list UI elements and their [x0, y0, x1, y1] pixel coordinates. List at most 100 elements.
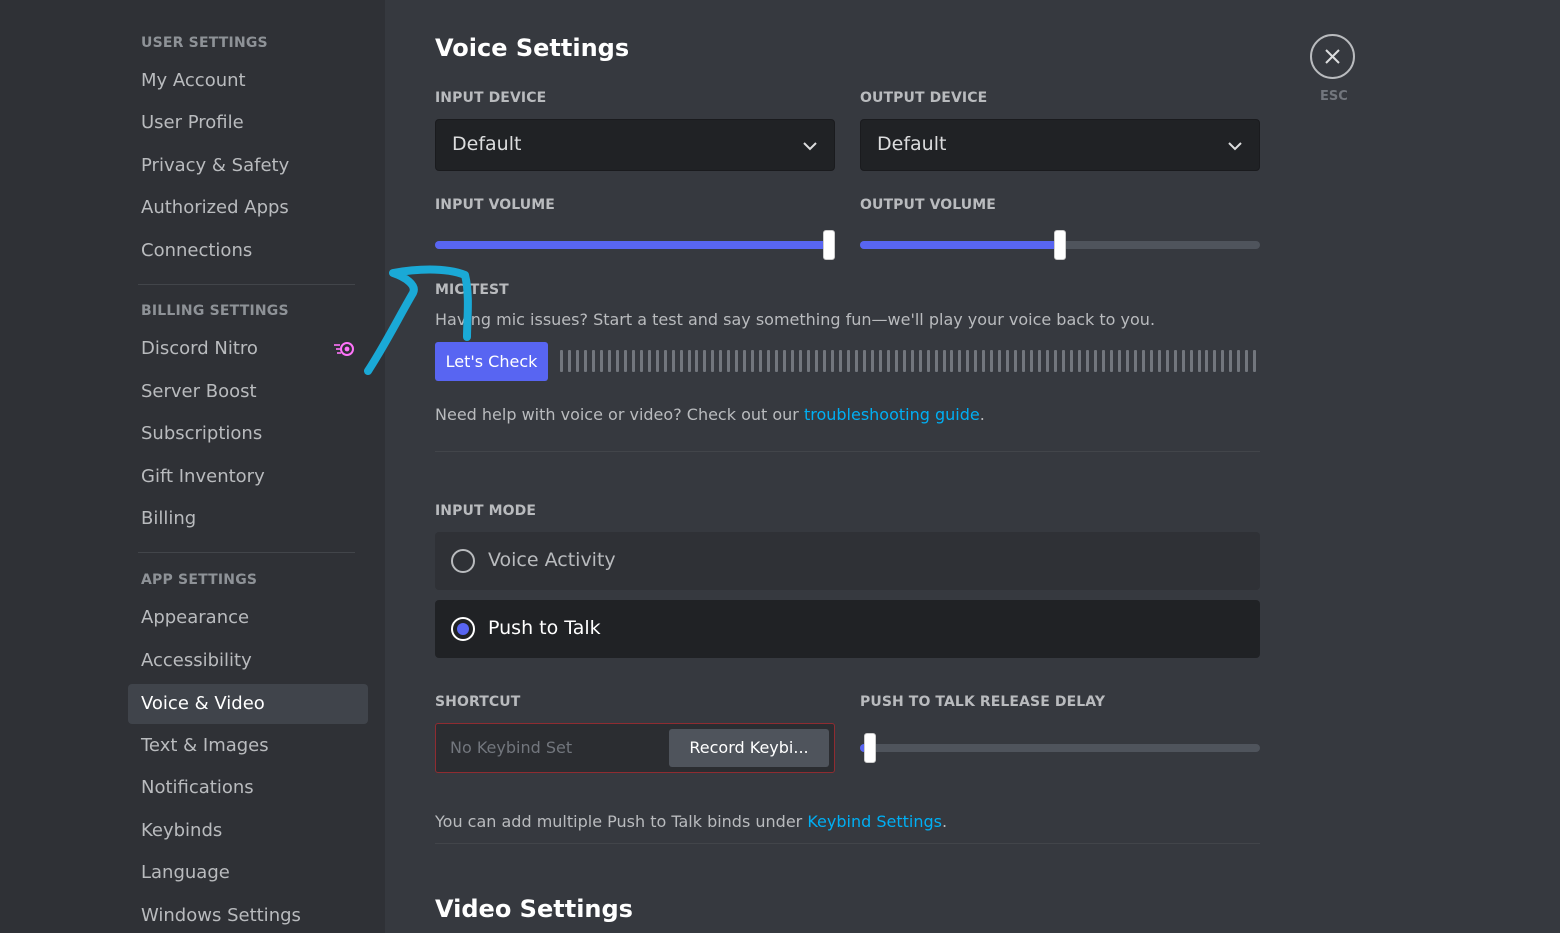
meter-bar — [1117, 350, 1121, 372]
meter-bar — [926, 350, 930, 372]
meter-bar — [958, 350, 962, 372]
meter-bar — [1014, 350, 1018, 372]
meter-bar — [807, 350, 811, 372]
shortcut-label: SHORTCUT — [435, 694, 521, 710]
sidebar-item-appearance[interactable]: Appearance — [128, 598, 368, 638]
meter-bar — [599, 350, 603, 372]
output-device-value: Default — [877, 133, 947, 155]
lets-check-button[interactable]: Let's Check — [435, 342, 548, 381]
meter-bar — [950, 350, 954, 372]
meter-bar — [1038, 350, 1042, 372]
keybind-note-body: You can add multiple Push to Talk binds … — [435, 812, 808, 831]
sidebar-item-discord-nitro[interactable]: Discord Nitro — [128, 329, 368, 369]
output-device-select[interactable]: Default — [860, 119, 1260, 171]
sidebar-item-notifications[interactable]: Notifications — [128, 768, 368, 808]
nitro-icon — [334, 342, 354, 356]
sidebar-item-gift-inventory[interactable]: Gift Inventory — [128, 457, 368, 497]
slider-handle[interactable] — [864, 733, 876, 763]
esc-label: ESC — [1320, 89, 1348, 104]
meter-bar — [1221, 350, 1225, 372]
help-text-body: Need help with voice or video? Check out… — [435, 405, 804, 424]
video-settings-title: Video Settings — [435, 895, 633, 923]
close-button[interactable] — [1310, 34, 1355, 79]
meter-bar — [1157, 350, 1161, 372]
meter-bar — [990, 350, 994, 372]
release-delay-slider[interactable] — [860, 733, 1260, 763]
meter-bar — [711, 350, 715, 372]
slider-fill — [435, 241, 829, 249]
sidebar-item-accessibility[interactable]: Accessibility — [128, 641, 368, 681]
chevron-down-icon — [803, 142, 817, 151]
troubleshooting-guide-link[interactable]: troubleshooting guide — [804, 405, 980, 424]
meter-bar — [1213, 350, 1217, 372]
meter-bar — [838, 350, 842, 372]
sidebar-item-user-profile[interactable]: User Profile — [128, 103, 368, 143]
mic-level-meter — [560, 350, 1257, 372]
meter-bar — [1093, 350, 1097, 372]
input-device-label: INPUT DEVICE — [435, 90, 547, 106]
meter-bar — [567, 350, 571, 372]
meter-bar — [1054, 350, 1058, 372]
meter-bar — [1085, 350, 1089, 372]
radio-label: Voice Activity — [488, 549, 616, 571]
slider-handle[interactable] — [823, 230, 835, 260]
slider-fill — [860, 241, 1060, 249]
meter-bar — [575, 350, 579, 372]
meter-bar — [695, 350, 699, 372]
meter-bar — [1070, 350, 1073, 372]
sidebar-item-language[interactable]: Language — [128, 853, 368, 893]
sidebar-item-my-account[interactable]: My Account — [128, 61, 368, 101]
meter-bar — [846, 350, 850, 372]
keybind-note: You can add multiple Push to Talk binds … — [435, 812, 947, 831]
close-icon — [1325, 49, 1340, 64]
sidebar-item-text-images[interactable]: Text & Images — [128, 726, 368, 766]
meter-bar — [1149, 350, 1153, 372]
input-device-select[interactable]: Default — [435, 119, 835, 171]
section-divider — [435, 451, 1260, 452]
sidebar-separator — [138, 552, 355, 553]
meter-bar — [759, 350, 763, 372]
meter-bar — [910, 350, 914, 372]
shortcut-input[interactable]: No Keybind Set Record Keybi... — [435, 723, 835, 773]
sidebar-item-keybinds[interactable]: Keybinds — [128, 811, 368, 851]
meter-bar — [663, 350, 667, 372]
sidebar-item-billing[interactable]: Billing — [128, 499, 368, 539]
record-keybind-button[interactable]: Record Keybi... — [669, 729, 829, 767]
meter-bar — [655, 350, 659, 372]
meter-bar — [1141, 350, 1145, 372]
keybind-settings-link[interactable]: Keybind Settings — [807, 812, 942, 831]
meter-bar — [878, 350, 882, 372]
sidebar-item-server-boost[interactable]: Server Boost — [128, 372, 368, 412]
sidebar-item-label: Discord Nitro — [141, 338, 258, 359]
settings-sidebar: USER SETTINGS My Account User Profile Pr… — [0, 0, 385, 933]
meter-bar — [639, 350, 643, 372]
shortcut-placeholder: No Keybind Set — [450, 738, 573, 757]
radio-voice-activity[interactable]: Voice Activity — [435, 532, 1260, 590]
input-device-value: Default — [452, 133, 522, 155]
sidebar-item-windows-settings[interactable]: Windows Settings — [128, 896, 368, 933]
input-volume-slider[interactable] — [435, 230, 835, 260]
meter-bar — [1189, 350, 1193, 372]
meter-bar — [902, 350, 906, 372]
sidebar-header-billing-settings: BILLING SETTINGS — [141, 303, 289, 319]
sidebar-item-voice-video[interactable]: Voice & Video — [128, 684, 368, 724]
meter-bar — [703, 350, 707, 372]
sidebar-item-privacy-safety[interactable]: Privacy & Safety — [128, 146, 368, 186]
input-mode-label: INPUT MODE — [435, 503, 536, 519]
meter-bar — [607, 350, 611, 372]
meter-bar — [623, 350, 627, 372]
sidebar-item-connections[interactable]: Connections — [128, 231, 368, 271]
meter-bar — [1173, 350, 1177, 372]
meter-bar — [783, 350, 787, 372]
sidebar-header-user-settings: USER SETTINGS — [141, 35, 268, 51]
radio-button-selected — [451, 617, 475, 641]
radio-push-to-talk[interactable]: Push to Talk — [435, 600, 1260, 658]
sidebar-separator — [138, 284, 355, 285]
meter-bar — [830, 350, 834, 372]
sidebar-item-authorized-apps[interactable]: Authorized Apps — [128, 188, 368, 228]
output-volume-slider[interactable] — [860, 230, 1260, 260]
meter-bar — [870, 350, 874, 372]
meter-bar — [1062, 350, 1066, 372]
sidebar-item-subscriptions[interactable]: Subscriptions — [128, 414, 368, 454]
slider-handle[interactable] — [1054, 230, 1066, 260]
